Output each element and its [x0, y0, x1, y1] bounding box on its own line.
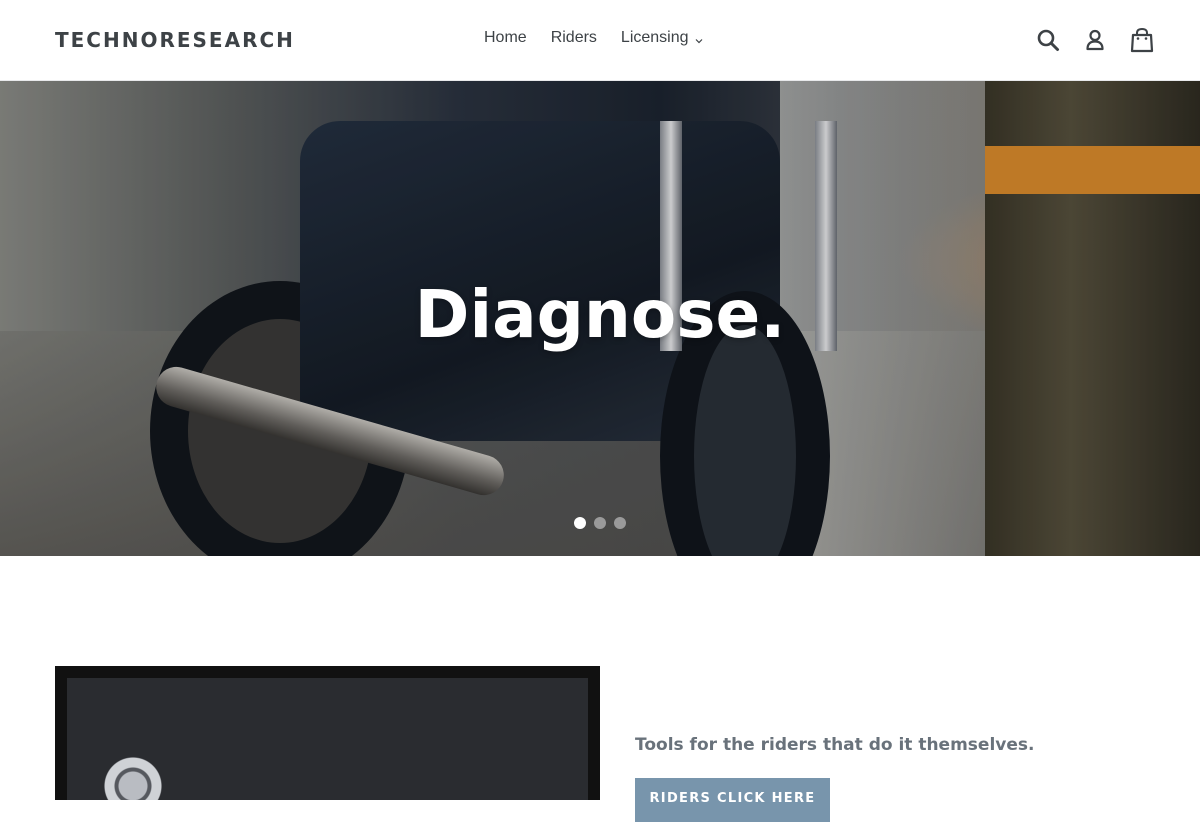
hero-slideshow: Diagnose. — [0, 81, 1200, 556]
nav-licensing[interactable]: Licensing — [609, 29, 716, 47]
site-header: TECHNORESEARCH Home Riders Licensing — [0, 0, 1200, 81]
header-icons — [1035, 26, 1155, 54]
account-icon[interactable] — [1082, 26, 1108, 54]
feature-tagline: Tools for the riders that do it themselv… — [635, 735, 1035, 755]
chevron-down-icon — [694, 33, 704, 44]
cart-icon[interactable] — [1129, 26, 1155, 54]
feature-image — [55, 666, 600, 800]
slider-dots — [0, 517, 1200, 529]
slider-dot-2[interactable] — [594, 517, 606, 529]
slider-dot-3[interactable] — [614, 517, 626, 529]
riders-cta-button[interactable]: RIDERS CLICK HERE — [635, 778, 830, 822]
site-logo[interactable]: TECHNORESEARCH — [55, 28, 295, 52]
nav-riders-label: Riders — [550, 29, 597, 46]
hero-title: Diagnose. — [414, 276, 786, 353]
main-nav: Home Riders Licensing — [472, 29, 716, 47]
slider-dot-1[interactable] — [574, 517, 586, 529]
nav-licensing-label: Licensing — [620, 29, 689, 46]
nav-home[interactable]: Home — [472, 29, 539, 47]
nav-home-label: Home — [484, 29, 527, 46]
nav-riders[interactable]: Riders — [539, 29, 609, 47]
feature-image-chrome-engine — [67, 678, 588, 800]
search-icon[interactable] — [1035, 26, 1061, 54]
